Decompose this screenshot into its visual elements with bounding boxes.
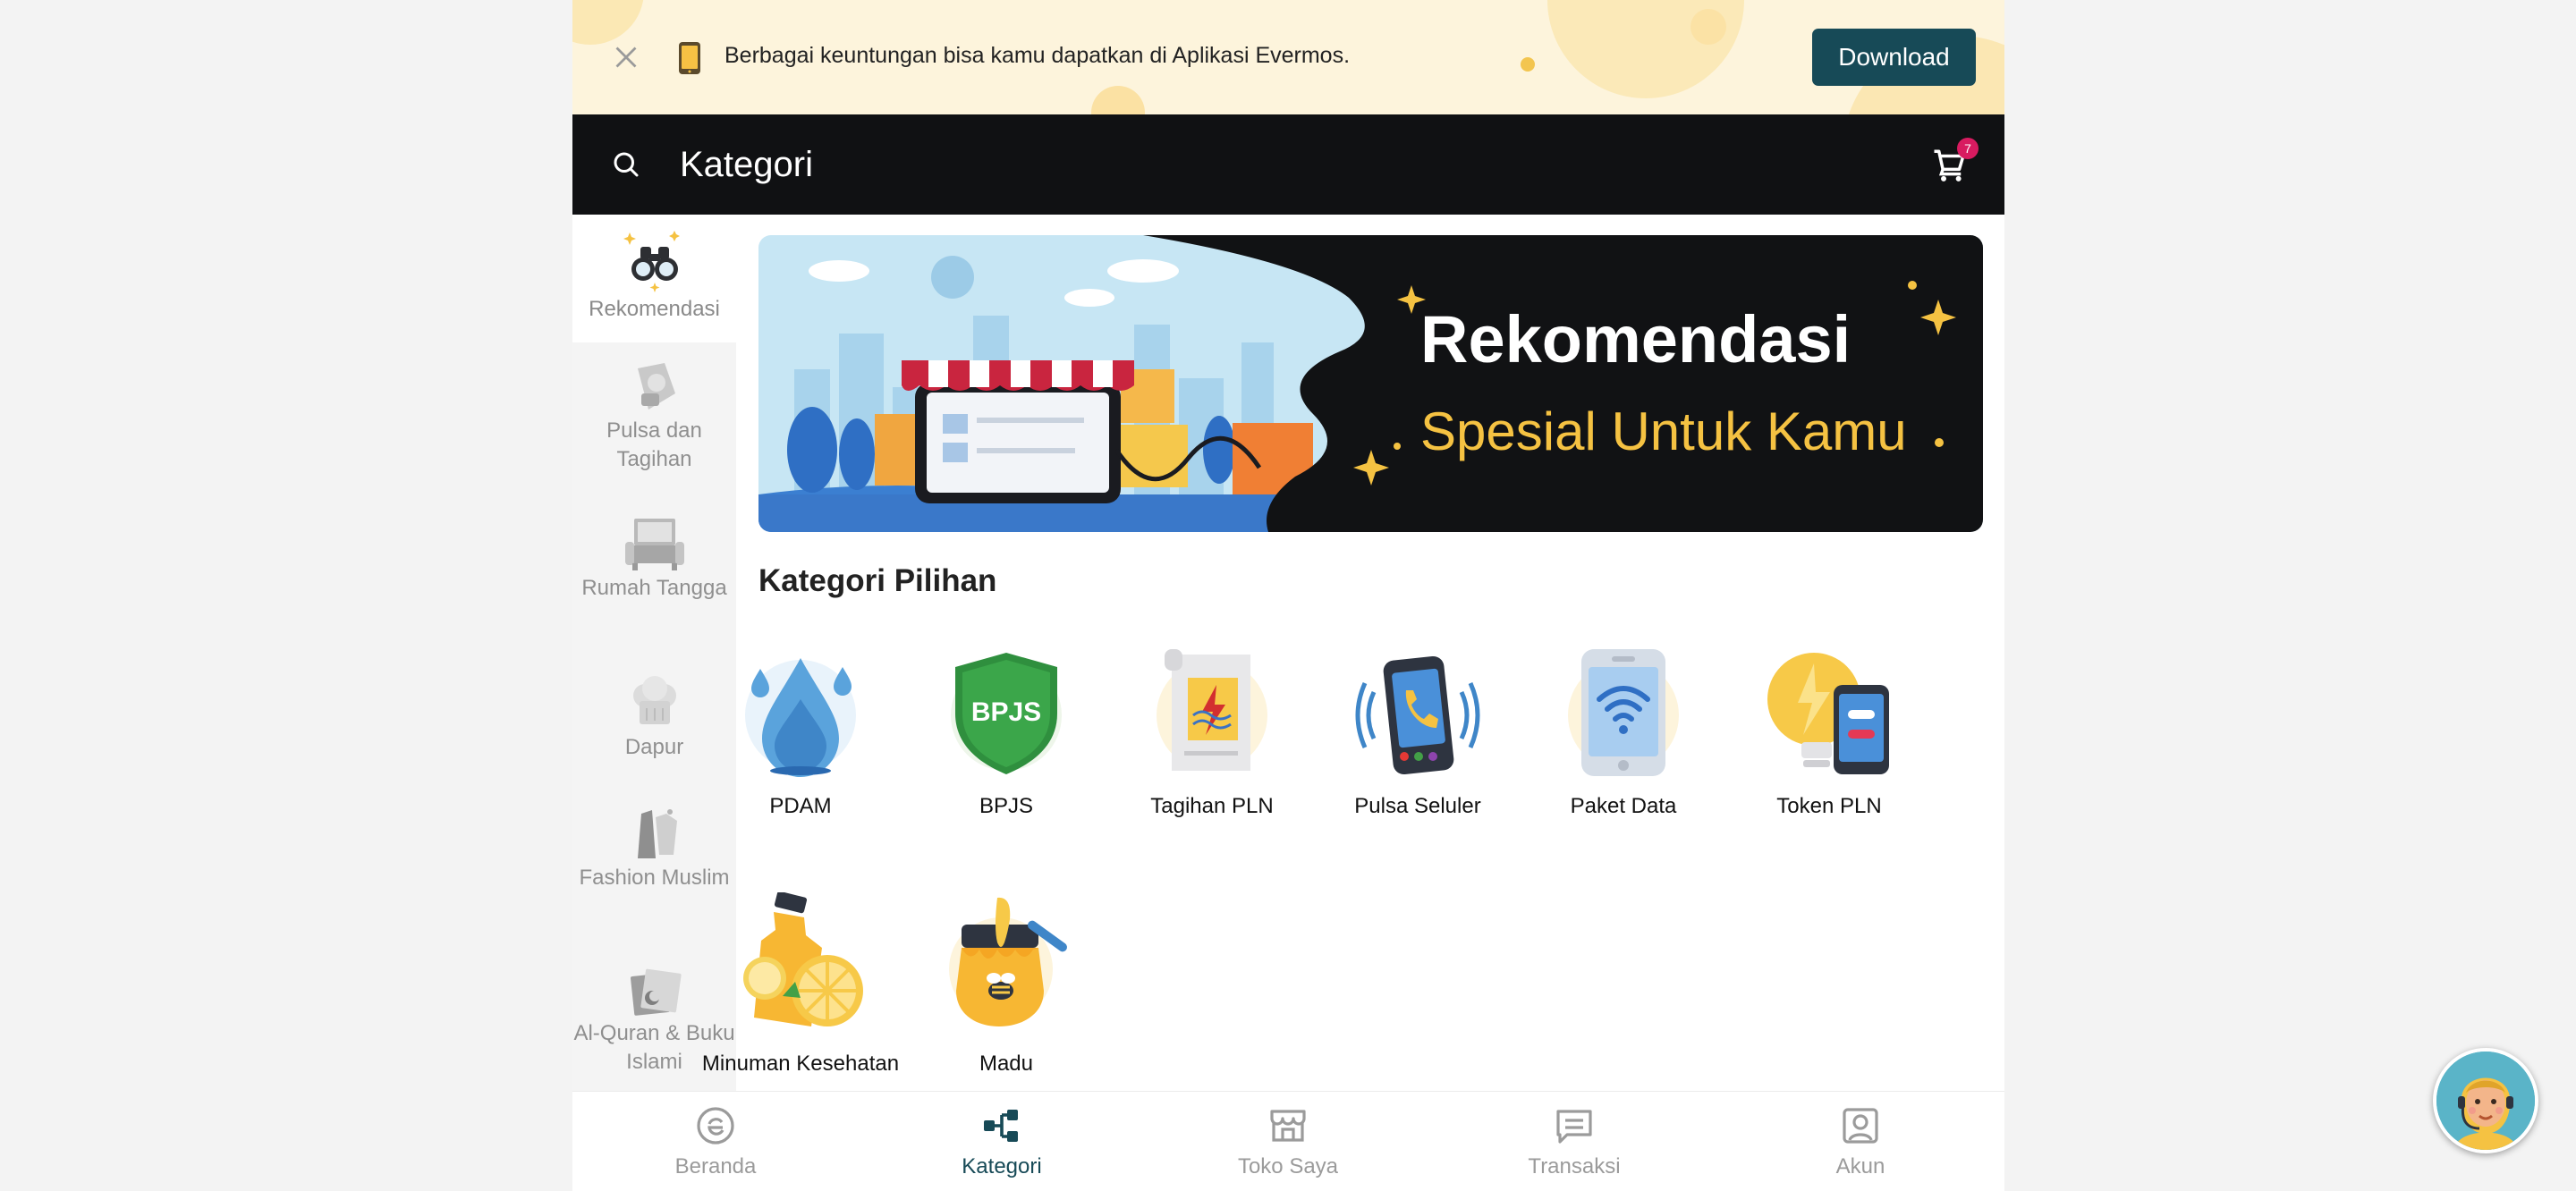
promo-decoration <box>1091 86 1145 114</box>
store-icon <box>1270 1110 1306 1142</box>
chef-hat-icon <box>632 676 676 724</box>
sidebar-item-label: Rekomendasi <box>589 297 720 321</box>
category-label: PDAM <box>769 794 832 818</box>
category-label: BPJS <box>979 794 1034 818</box>
category-token-pln[interactable]: Token PLN <box>1726 646 1932 819</box>
category-pdam[interactable]: PDAM <box>698 646 903 819</box>
category-madu[interactable]: Madu <box>903 892 1109 1077</box>
promo-decoration <box>1690 9 1726 45</box>
clothing-icon <box>637 809 677 858</box>
nav-transaksi[interactable]: Transaksi <box>1485 1104 1664 1179</box>
phone-call-icon <box>1355 655 1480 775</box>
category-label: Madu <box>979 1052 1034 1076</box>
promo-text: Berbagai keuntungan bisa kamu dapatkan d… <box>724 43 1351 68</box>
app-frame: Berbagai keuntungan bisa kamu dapatkan d… <box>572 0 2004 1191</box>
category-paket-data[interactable]: Paket Data <box>1521 646 1726 819</box>
binoculars-icon <box>623 231 680 292</box>
section-title: Kategori Pilihan <box>758 563 997 598</box>
sidebar-item-label: Rumah Tangga <box>581 576 727 600</box>
promo-decoration <box>572 0 644 45</box>
wifi-phone-icon <box>1568 649 1679 776</box>
top-header: Kategori 7 <box>572 114 2004 215</box>
cart-count-badge: 7 <box>1957 138 1979 159</box>
water-drop-icon <box>745 658 856 777</box>
category-tree-icon <box>984 1110 1018 1142</box>
phone-app-icon <box>679 42 700 74</box>
sidebar-item-label: Pulsa dan Tagihan <box>606 418 702 471</box>
category-label: Tagihan PLN <box>1150 794 1274 818</box>
hero-title: Rekomendasi <box>1420 302 1851 376</box>
chat-assistant-button[interactable] <box>2433 1048 2538 1153</box>
nav-label: Kategori <box>962 1154 1042 1178</box>
page-title: Kategori <box>680 145 813 184</box>
category-label: Token PLN <box>1776 794 1882 818</box>
category-label: Paket Data <box>1570 794 1677 818</box>
download-button[interactable]: Download <box>1812 29 1976 86</box>
promo-decoration <box>1521 57 1535 72</box>
bill-icon <box>637 363 675 410</box>
sidebar-item-rekomendasi[interactable]: Rekomendasi <box>572 215 736 342</box>
nav-beranda[interactable]: Beranda <box>626 1104 805 1179</box>
nav-label: Beranda <box>674 1154 757 1178</box>
category-label: Pulsa Seluler <box>1354 794 1481 818</box>
nav-akun[interactable]: Akun <box>1771 1104 1950 1179</box>
sofa-icon <box>624 519 684 570</box>
bottom-navigation: Beranda Kategori Toko Saya Transaksi Aku… <box>572 1091 2004 1191</box>
juice-icon <box>743 892 863 1026</box>
nav-label: Transaksi <box>1528 1154 1621 1178</box>
search-icon[interactable] <box>610 148 642 181</box>
category-pulsa-seluler[interactable]: Pulsa Seluler <box>1315 646 1521 819</box>
avatar-icon <box>2436 1052 2535 1150</box>
book-icon <box>630 968 682 1016</box>
token-bulb-icon <box>1767 653 1889 774</box>
sidebar-item-rumah-tangga[interactable]: Rumah Tangga <box>572 515 736 603</box>
sidebar-item-label: Fashion Muslim <box>579 866 730 890</box>
rekomendasi-hero-banner[interactable]: Rekomendasi Spesial Untuk Kamu <box>758 235 1983 532</box>
honey-jar-icon <box>949 897 1067 1026</box>
category-tagihan-pln[interactable]: Tagihan PLN <box>1109 646 1315 819</box>
electric-bill-icon <box>1157 649 1267 771</box>
nav-label: Akun <box>1835 1154 1885 1178</box>
promo-banner: Berbagai keuntungan bisa kamu dapatkan d… <box>572 0 2004 114</box>
bpjs-shield-icon: BPJS <box>951 653 1062 774</box>
sidebar-item-pulsa-dan-tagihan[interactable]: Pulsa dan Tagihan <box>572 358 736 474</box>
category-bpjs[interactable]: BPJS BPJS <box>903 646 1109 819</box>
nav-toko-saya[interactable]: Toko Saya <box>1199 1104 1377 1179</box>
svg-text:BPJS: BPJS <box>971 697 1041 727</box>
receipt-icon <box>1556 1110 1592 1144</box>
nav-label: Toko Saya <box>1237 1154 1339 1178</box>
category-label: Minuman Kesehatan <box>701 1052 900 1076</box>
close-icon[interactable] <box>610 41 642 73</box>
home-e-icon <box>697 1107 734 1145</box>
hero-subtitle: Spesial Untuk Kamu <box>1420 401 1907 461</box>
category-minuman-kesehatan[interactable]: Minuman Kesehatan <box>698 892 903 1077</box>
account-icon <box>1843 1108 1878 1144</box>
nav-kategori[interactable]: Kategori <box>912 1104 1091 1179</box>
